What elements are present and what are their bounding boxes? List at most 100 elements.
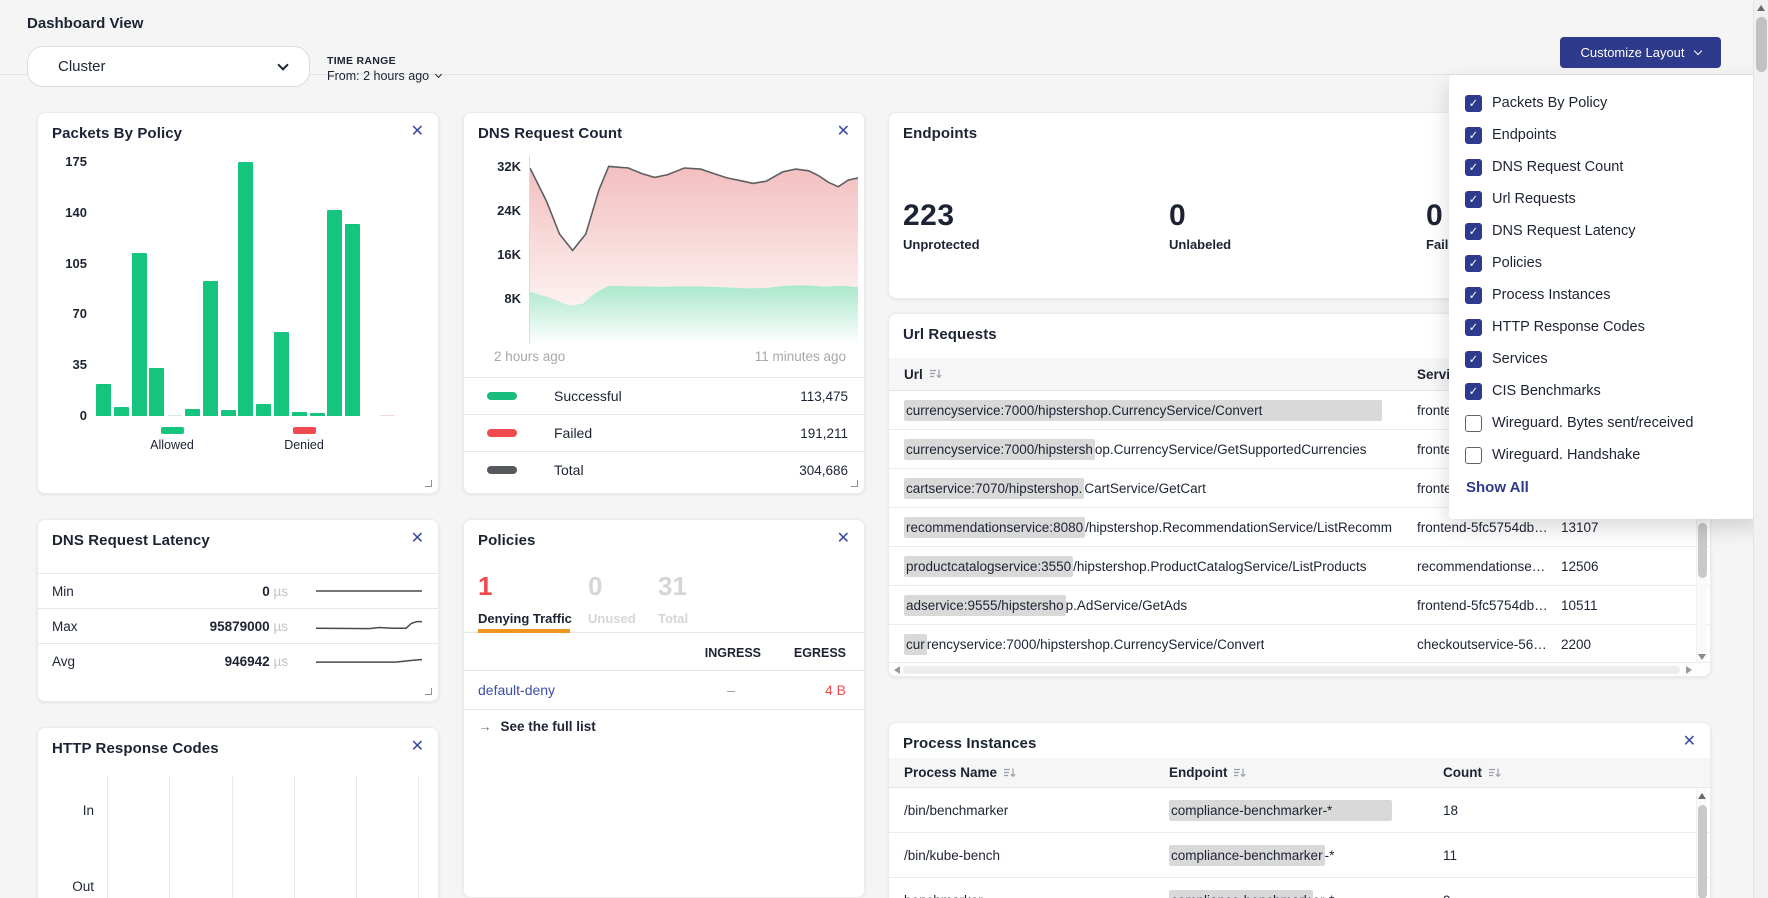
close-icon[interactable]: ✕ xyxy=(411,531,424,547)
menu-item-label: Packets By Policy xyxy=(1492,95,1607,111)
stat-total-label[interactable]: Total xyxy=(658,611,688,626)
scrollbar-thumb[interactable] xyxy=(1698,805,1707,898)
close-icon[interactable]: ✕ xyxy=(837,124,850,140)
bar xyxy=(274,332,289,416)
see-full-list-link[interactable]: → See the full list xyxy=(478,719,596,734)
endpoint-cell: compliance-benchmarker-* xyxy=(1169,878,1334,898)
y-tick-label: 32K xyxy=(464,159,521,174)
legend-label: Failed xyxy=(554,425,592,441)
scroll-left-icon[interactable] xyxy=(894,666,900,674)
dns-area-svg xyxy=(530,156,858,344)
policy-name-link[interactable]: default-deny xyxy=(478,682,555,698)
checkbox-icon[interactable]: ✓ xyxy=(1465,255,1482,272)
menu-item[interactable]: ✓HTTP Response Codes xyxy=(1449,311,1761,343)
time-range: TIME RANGE From: 2 hours ago xyxy=(327,55,441,83)
endpoint-rest-text: er-* xyxy=(1313,893,1335,898)
stat-denying-label[interactable]: Denying Traffic xyxy=(478,611,572,626)
checkbox-icon[interactable]: ✓ xyxy=(1465,127,1482,144)
view-selector[interactable]: Cluster xyxy=(27,46,310,87)
horizontal-scrollbar[interactable] xyxy=(889,662,1710,676)
menu-item[interactable]: Wireguard. Handshake xyxy=(1449,439,1761,471)
checkbox-icon[interactable]: ✓ xyxy=(1465,159,1482,176)
table-row: adservice:9555/hipstershop.AdService/Get… xyxy=(889,586,1710,625)
count-cell: 18 xyxy=(1443,788,1458,832)
scroll-right-icon[interactable] xyxy=(1686,666,1692,674)
scroll-down-icon[interactable] xyxy=(1698,654,1706,660)
menu-item[interactable]: ✓DNS Request Count xyxy=(1449,151,1761,183)
legend-swatch xyxy=(293,427,316,434)
checkbox-icon[interactable] xyxy=(1465,415,1482,432)
table-row: /bin/benchmarkercompliance-benchmarker-*… xyxy=(889,788,1710,833)
menu-item-label: DNS Request Latency xyxy=(1492,223,1635,239)
menu-item[interactable]: ✓Process Instances xyxy=(1449,279,1761,311)
highlighted-text: adservice:9555/hipstersho xyxy=(904,595,1066,616)
divider xyxy=(464,670,864,671)
menu-item[interactable]: ✓ Packets By Policy xyxy=(1449,87,1761,119)
url-rest-text: rencyservice:7000/hipstershop.CurrencySe… xyxy=(927,637,1265,652)
sort-icon xyxy=(1488,767,1501,779)
checkbox-icon[interactable]: ✓ xyxy=(1465,287,1482,304)
column-header-ingress: INGRESS xyxy=(664,646,761,660)
menu-item[interactable]: ✓Endpoints xyxy=(1449,119,1761,151)
checkbox-icon[interactable]: ✓ xyxy=(1465,319,1482,336)
checkbox-icon[interactable]: ✓ xyxy=(1465,191,1482,208)
customize-menu-list: ✓Packets By Policy✓Endpoints✓DNS Request… xyxy=(1449,87,1761,471)
menu-item[interactable]: ✓Services xyxy=(1449,343,1761,375)
close-icon[interactable]: ✕ xyxy=(1683,734,1696,750)
highlighted-text: recommendationservice:8080 xyxy=(904,517,1085,538)
endpoint-cell: compliance-benchmarker-* xyxy=(1169,833,1334,877)
close-icon[interactable]: ✕ xyxy=(411,739,424,755)
process-instances-card: Process Instances ✕ Process Name Endpoin… xyxy=(888,722,1711,898)
count-cell: 11 xyxy=(1443,833,1457,877)
vertical-scrollbar[interactable] xyxy=(1696,789,1707,898)
endpoint-cell: compliance-benchmarker-* xyxy=(1169,788,1392,832)
menu-item[interactable]: ✓Url Requests xyxy=(1449,183,1761,215)
menu-item[interactable]: Wireguard. Bytes sent/received xyxy=(1449,407,1761,439)
highlighted-text: cur xyxy=(904,634,927,655)
legend-swatch xyxy=(161,427,184,434)
checkbox-icon[interactable] xyxy=(1465,447,1482,464)
close-icon[interactable]: ✕ xyxy=(837,531,850,547)
axis-category-denied: Denied xyxy=(268,427,340,452)
checkbox-icon[interactable]: ✓ xyxy=(1465,223,1482,240)
bar xyxy=(114,407,129,416)
column-header-count[interactable]: Count xyxy=(1443,758,1501,787)
scroll-up-icon[interactable] xyxy=(1698,793,1706,799)
menu-item[interactable]: ✓CIS Benchmarks xyxy=(1449,375,1761,407)
legend-swatch xyxy=(487,392,517,400)
bar xyxy=(96,384,111,416)
resize-handle-icon[interactable] xyxy=(425,480,432,487)
bar xyxy=(292,412,307,416)
legend-row-successful: Successful113,475 xyxy=(464,377,864,414)
card-title: Process Instances xyxy=(903,735,1036,752)
resize-handle-icon[interactable] xyxy=(851,480,858,487)
url-cell: productcatalogservice:3550/hipstershop.P… xyxy=(904,547,1367,585)
scrollbar-thumb[interactable] xyxy=(1756,17,1767,72)
column-header-process-name[interactable]: Process Name xyxy=(904,758,1016,787)
stat-unused-label[interactable]: Unused xyxy=(588,611,636,626)
scrollbar-thumb[interactable] xyxy=(1698,523,1707,578)
checkbox-icon[interactable]: ✓ xyxy=(1465,351,1482,368)
checkbox-icon[interactable]: ✓ xyxy=(1465,383,1482,400)
card-title: Endpoints xyxy=(903,125,977,142)
time-range-value[interactable]: From: 2 hours ago xyxy=(327,69,441,83)
close-icon[interactable]: ✕ xyxy=(411,124,424,140)
bar xyxy=(167,415,182,417)
dashboard-root: Dashboard View Cluster TIME RANGE From: … xyxy=(0,0,1768,898)
resize-handle-icon[interactable] xyxy=(425,688,432,695)
stat-total-value: 31 xyxy=(658,573,687,599)
gridline xyxy=(232,776,233,898)
scrollbar-thumb[interactable] xyxy=(903,666,1680,674)
scroll-up-icon[interactable] xyxy=(1757,5,1765,11)
bar xyxy=(380,415,395,417)
checkbox-icon[interactable]: ✓ xyxy=(1465,95,1482,112)
column-header-url[interactable]: Url xyxy=(904,358,942,390)
menu-item[interactable]: ✓ DNS Request Latency xyxy=(1449,215,1761,247)
page-scrollbar[interactable] xyxy=(1753,0,1768,898)
customize-layout-button[interactable]: Customize Layout xyxy=(1560,37,1721,68)
arrow-right-icon: → xyxy=(478,719,492,734)
show-all-link[interactable]: Show All xyxy=(1466,479,1529,496)
bar xyxy=(327,210,342,416)
menu-item[interactable]: ✓Policies xyxy=(1449,247,1761,279)
column-header-endpoint[interactable]: Endpoint xyxy=(1169,758,1246,787)
